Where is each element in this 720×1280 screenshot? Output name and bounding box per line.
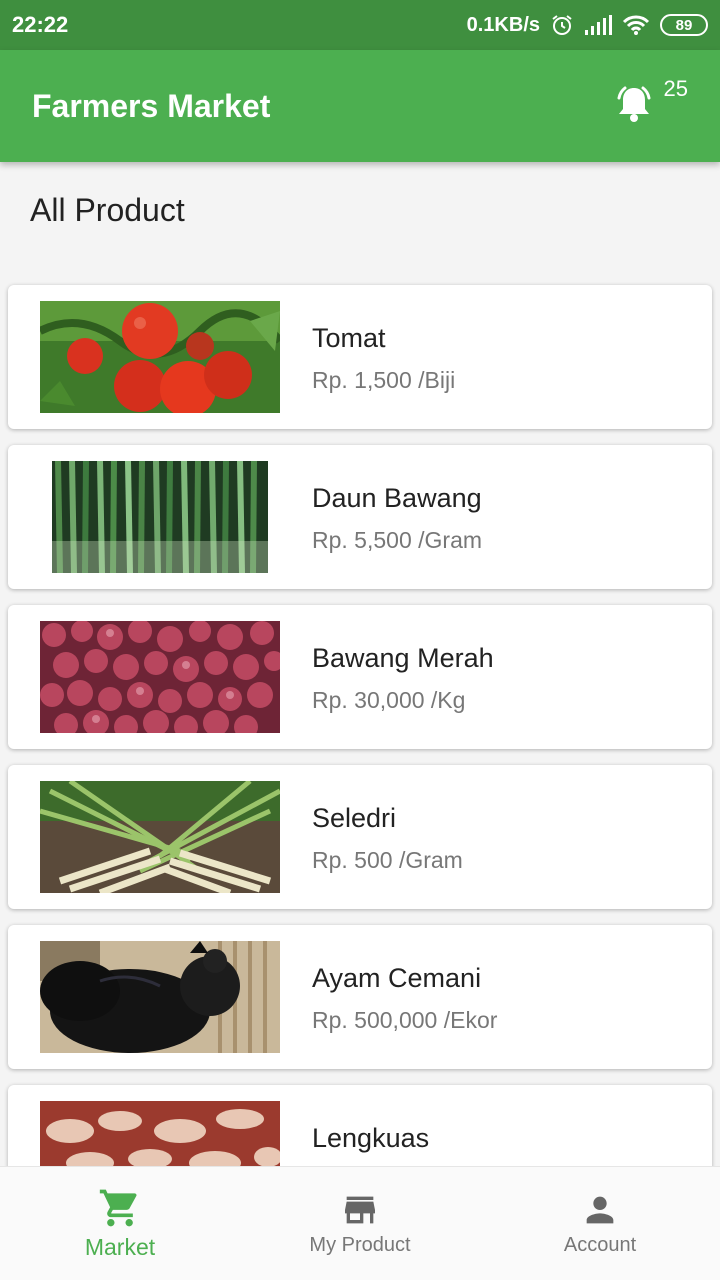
product-card[interactable]: Seledri Rp. 500 /Gram: [8, 765, 712, 909]
product-name: Lengkuas: [312, 1123, 430, 1153]
product-name: Seledri: [312, 803, 397, 833]
nav-market[interactable]: Market: [0, 1167, 240, 1280]
product-card[interactable]: Daun Bawang Rp. 5,500 /Gram: [8, 445, 712, 589]
status-icons: 0.1KB/s 89: [467, 13, 708, 37]
product-price: Rp. 5,500 /Gram: [312, 527, 483, 553]
product-price: Rp. 30,000 /Kg: [312, 687, 466, 713]
product-name: Tomat: [312, 323, 386, 353]
nav-my-product[interactable]: My Product: [240, 1167, 480, 1280]
person-icon: [580, 1190, 620, 1230]
product-price: Rp. 500 /Gram: [312, 847, 463, 873]
product-price: Rp. 1,500 /Biji: [312, 367, 456, 393]
product-card[interactable]: Ayam Cemani Rp. 500,000 /Ekor: [8, 925, 712, 1069]
battery-icon: 89: [660, 14, 708, 36]
bell-ringing-icon: [612, 82, 656, 131]
black-chicken-photo: [40, 941, 280, 1053]
section-title: All Product: [30, 192, 185, 228]
product-name: Bawang Merah: [312, 643, 494, 673]
nav-account[interactable]: Account: [480, 1167, 720, 1280]
galangal-photo: [40, 1101, 280, 1166]
notification-button[interactable]: 25: [612, 76, 688, 131]
product-price: Rp. 500,000 /Ekor: [312, 1007, 498, 1033]
app-title: Farmers Market: [32, 87, 271, 124]
alarm-icon: [550, 13, 574, 37]
tomato-photo: [40, 301, 280, 413]
bottom-nav: Market My Product Account: [0, 1166, 720, 1280]
notification-count: 25: [663, 75, 688, 101]
product-card[interactable]: Bawang Merah Rp. 30,000 /Kg: [8, 605, 712, 749]
app-bar: Farmers Market 25: [0, 50, 720, 162]
network-speed: 0.1KB/s: [466, 13, 540, 36]
cart-icon: [98, 1186, 142, 1230]
nav-label: Market: [84, 1234, 156, 1260]
nav-label: My Product: [309, 1234, 411, 1256]
product-card[interactable]: Lengkuas: [8, 1085, 712, 1166]
scallion-photo: [52, 461, 268, 573]
nav-label: Account: [563, 1234, 637, 1256]
store-icon: [340, 1190, 380, 1230]
product-name: Ayam Cemani: [312, 963, 482, 993]
status-bar: 22:22 0.1KB/s 89: [0, 0, 720, 50]
shallot-photo: [40, 621, 280, 733]
product-list[interactable]: Tomat Rp. 1,500 /Biji Daun Bawang Rp. 5,…: [0, 266, 720, 1166]
status-time: 22:22: [12, 12, 69, 37]
lemongrass-photo: [40, 781, 280, 893]
product-card[interactable]: Tomat Rp. 1,500 /Biji: [8, 285, 712, 429]
wifi-icon: [622, 14, 650, 36]
signal-icon: [584, 14, 612, 36]
product-name: Daun Bawang: [312, 483, 482, 513]
